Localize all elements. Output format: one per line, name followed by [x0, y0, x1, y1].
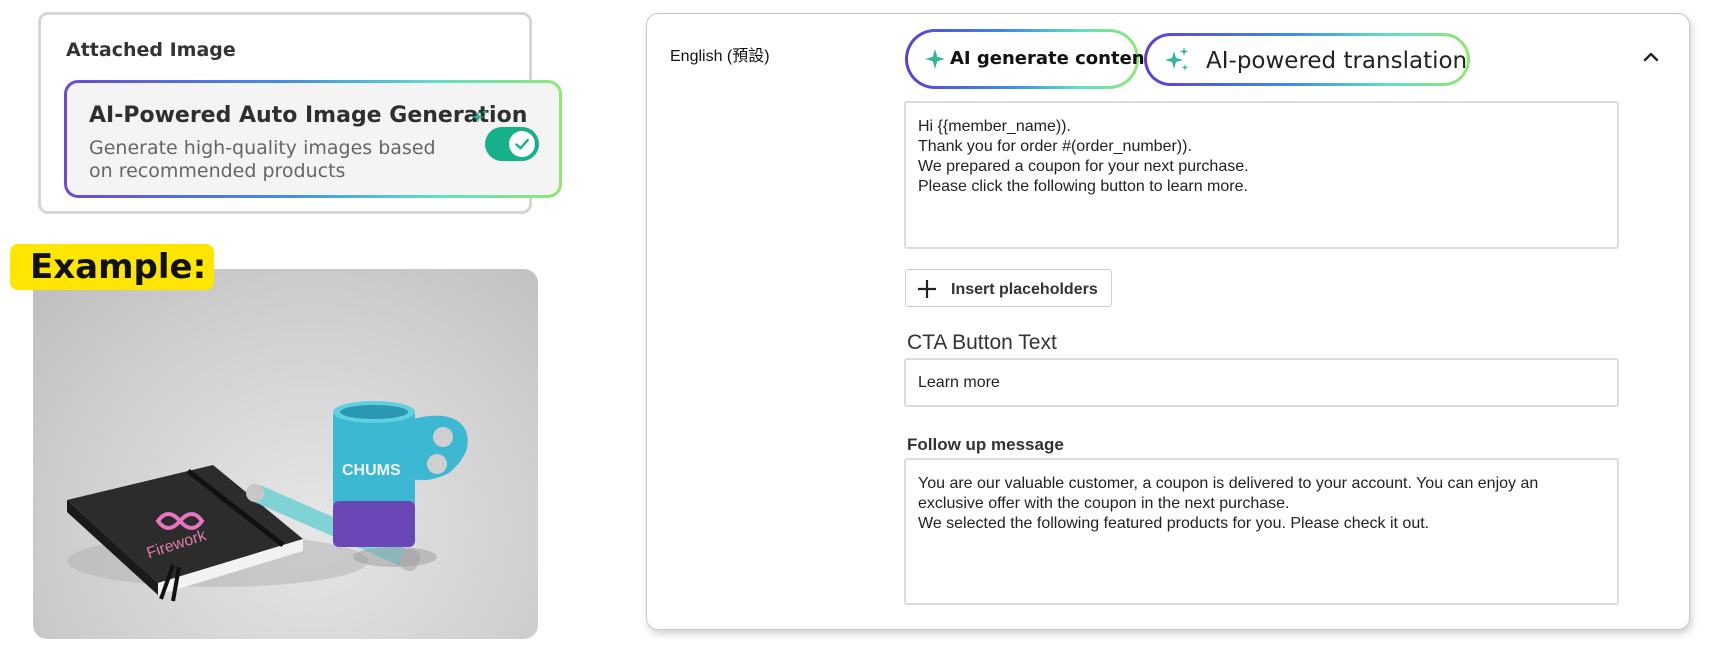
ai-translation-button[interactable]: AI-powered translation [1144, 33, 1470, 86]
attached-image-title: Attached Image [66, 39, 236, 61]
chevron-up-icon[interactable] [1640, 46, 1662, 68]
check-icon [515, 138, 529, 150]
ai-translation-label: AI-powered translation [1206, 48, 1468, 74]
sparkles-icon [1165, 47, 1189, 71]
follow-up-message-textarea[interactable]: You are our valuable customer, a coupon … [904, 458, 1619, 605]
ai-image-generation-title: AI-Powered Auto Image Generation [89, 103, 528, 128]
svg-text:CHUMS: CHUMS [342, 462, 401, 479]
ai-image-generation-description: Generate high-quality images based on re… [89, 137, 436, 182]
insert-placeholders-label: Insert placeholders [951, 281, 1098, 298]
language-label: English (預設) [670, 48, 770, 65]
message-body-textarea[interactable]: Hi {{member_name)). Thank you for order … [904, 101, 1619, 249]
ai-generate-content-label: AI generate content [950, 48, 1154, 69]
sparkle-icon [925, 49, 945, 69]
sparkle-icon [472, 109, 488, 123]
example-label: Example: [10, 244, 214, 290]
cta-button-text-input[interactable]: Learn more [904, 358, 1619, 407]
follow-up-message-label: Follow up message [907, 435, 1064, 454]
plus-icon [918, 280, 936, 298]
example-product-photo: Firework CHUMS [33, 269, 538, 639]
cta-button-text-label: CTA Button Text [907, 331, 1057, 354]
ai-image-generation-toggle[interactable] [485, 127, 539, 161]
ai-generate-content-button[interactable]: AI generate content [905, 29, 1153, 89]
ai-image-generation-option[interactable]: AI-Powered Auto Image Generation Generat… [64, 80, 562, 198]
insert-placeholders-button[interactable]: Insert placeholders [905, 269, 1112, 307]
